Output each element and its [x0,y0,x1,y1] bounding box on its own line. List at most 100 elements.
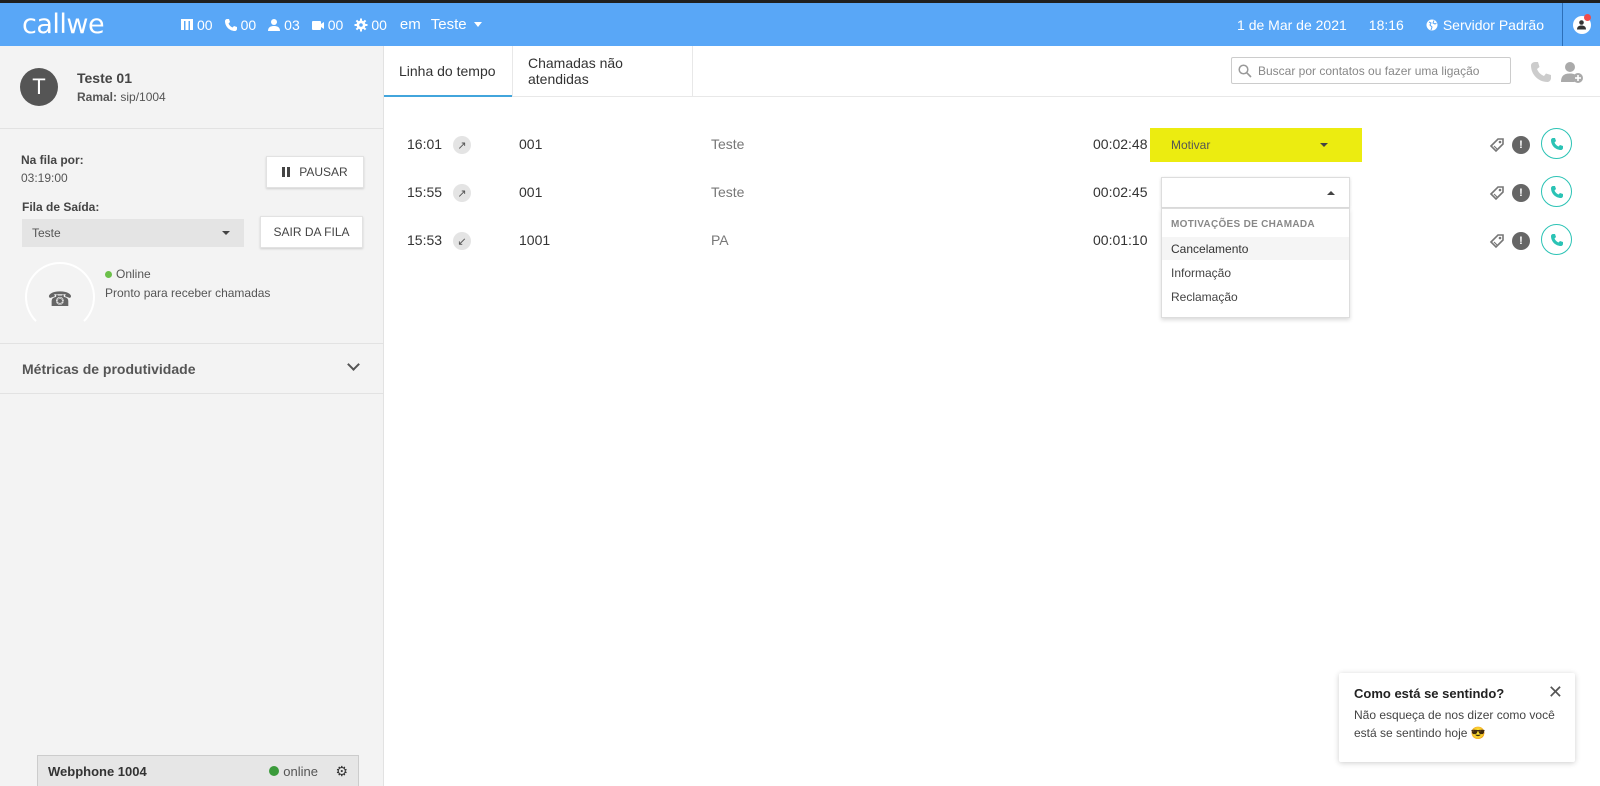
na-fila-value: 03:19:00 [21,171,68,185]
gear-icon[interactable]: ⚙ [335,763,348,780]
outgoing-call-icon: ↗ [453,136,471,154]
queue-selector[interactable]: Teste [431,16,482,33]
agent-extension: Ramal: sip/1004 [77,90,166,104]
search-input[interactable] [1258,63,1508,78]
counter-settings: 00 [354,17,387,33]
status-line: Online [105,267,151,281]
call-back-button[interactable] [1541,176,1572,207]
alert-icon[interactable]: ! [1512,232,1530,250]
close-icon[interactable]: ✕ [1548,682,1563,703]
call-contact: Teste [711,184,745,200]
avatar: T [20,68,58,106]
status-counters: 00 00 03 00 00 em Teste [180,16,482,33]
user-menu-button[interactable] [1562,3,1600,46]
call-time: 15:55 [407,184,443,200]
ramal-label: Ramal: [77,90,118,104]
add-contact-icon[interactable] [1560,60,1584,84]
motivation-select-open[interactable] [1161,177,1350,208]
gear-icon [354,18,368,31]
counter-users-value: 03 [284,16,300,33]
dropdown-option-reclamacao[interactable]: Reclamação [1162,285,1349,308]
phone-icon [1550,137,1563,150]
option-label: Reclamação [1171,289,1238,304]
call-contact: PA [711,232,729,248]
search-box[interactable] [1231,57,1511,84]
call-number: 1001 [519,232,551,248]
option-label: Informação [1171,265,1232,280]
alert-icon[interactable]: ! [1512,184,1530,202]
motivar-select[interactable]: Motivar [1150,128,1362,162]
fila-saida-value: Teste [32,226,61,240]
phone-icon [224,18,237,31]
top-right-info: 1 de Mar de 2021 18:16 Servidor Padrão [1237,3,1600,46]
call-number: 001 [519,136,543,152]
queue-selector-value: Teste [430,16,467,33]
motivar-label: Motivar [1171,138,1211,152]
top-bar: callwe 00 00 03 00 00 em Teste 1 de Mar … [0,0,1600,46]
motivation-dropdown-menu: MOTIVAÇÕES DE CHAMADA Cancelamento Infor… [1161,208,1350,318]
webphone-bar[interactable]: Webphone 1004 online ⚙ [37,755,359,786]
phone-icon [1550,185,1563,198]
caret-down-icon [1320,143,1328,147]
sidebar: T Teste 01 Ramal: sip/1004 Na fila por: … [0,46,384,786]
counter-video-value: 00 [327,16,344,33]
tab-label: Linha do tempo [399,62,496,79]
queue-icon [181,18,193,30]
dropdown-option-informacao[interactable]: Informação [1162,261,1349,284]
counter-queue-value: 00 [197,16,213,33]
webphone-status-text: online [283,763,318,779]
dropdown-group-header: MOTIVAÇÕES DE CHAMADA [1171,219,1315,230]
timeline-row: 16:01 ↗ 001 Teste 00:02:48 ! [384,124,1600,164]
chevron-down-icon[interactable] [347,358,360,371]
webphone-status: online [269,764,318,779]
tab-linha-do-tempo[interactable]: Linha do tempo [384,46,512,97]
telephone-icon: ☎ [47,288,73,311]
counter-calls: 00 [224,16,257,33]
tag-icon[interactable] [1488,136,1506,154]
queue-panel: Na fila por: 03:19:00 PAUSAR Fila de Saí… [0,129,383,344]
incoming-call-icon: ↙ [453,232,471,250]
server-name: Servidor Padrão [1442,16,1544,33]
pause-icon [282,167,292,177]
status-message: Pronto para receber chamadas [105,286,271,300]
call-contact: Teste [711,136,745,152]
toast-message: Não esqueça de nos dizer como você está … [1354,708,1555,740]
outgoing-call-icon: ↗ [453,184,471,202]
tab-chamadas-nao-atendidas[interactable]: Chamadas não atendidas [513,46,693,96]
tag-icon[interactable] [1488,232,1506,250]
online-status-dot [269,766,280,776]
ramal-value: sip/1004 [120,90,166,104]
tag-icon[interactable] [1488,184,1506,202]
call-back-button[interactable] [1541,224,1572,255]
video-icon [311,20,324,30]
search-icon [1238,63,1252,78]
webphone-title: Webphone 1004 [48,763,147,779]
status-text: Online [116,267,151,281]
call-back-button[interactable] [1541,128,1572,159]
phone-status-ring: ☎ [25,262,95,332]
server-selector[interactable]: Servidor Padrão [1426,17,1544,33]
fila-saida-select[interactable]: Teste [22,219,244,247]
feedback-toast: Como está se sentindo? ✕ Não esqueça de … [1339,673,1575,762]
tab-label: Chamadas não atendidas [528,55,623,87]
metrics-title: Métricas de produtividade [22,361,196,377]
na-fila-label: Na fila por: [21,153,84,167]
dropdown-option-cancelamento[interactable]: Cancelamento [1162,237,1349,260]
alert-icon[interactable]: ! [1512,136,1530,154]
call-duration: 00:01:10 [1093,232,1148,248]
pause-button[interactable]: PAUSAR [266,156,364,188]
exit-queue-button[interactable]: SAIR DA FILA [260,216,363,248]
agent-name: Teste 01 [77,70,132,86]
phone-icon[interactable] [1529,60,1553,84]
caret-down-icon [222,231,230,235]
fila-saida-label: Fila de Saída: [22,200,100,214]
online-status-dot [105,270,112,278]
counter-calls-value: 00 [240,16,257,33]
agent-card: T Teste 01 Ramal: sip/1004 [0,46,383,129]
option-label: Cancelamento [1171,241,1249,256]
metrics-section[interactable]: Métricas de produtividade [0,344,383,394]
timeline-row: 15:55 ↗ 001 Teste 00:02:45 ! [384,172,1600,212]
counter-queue: 00 [180,17,213,33]
notification-dot [1584,14,1591,21]
call-time: 16:01 [407,136,443,152]
